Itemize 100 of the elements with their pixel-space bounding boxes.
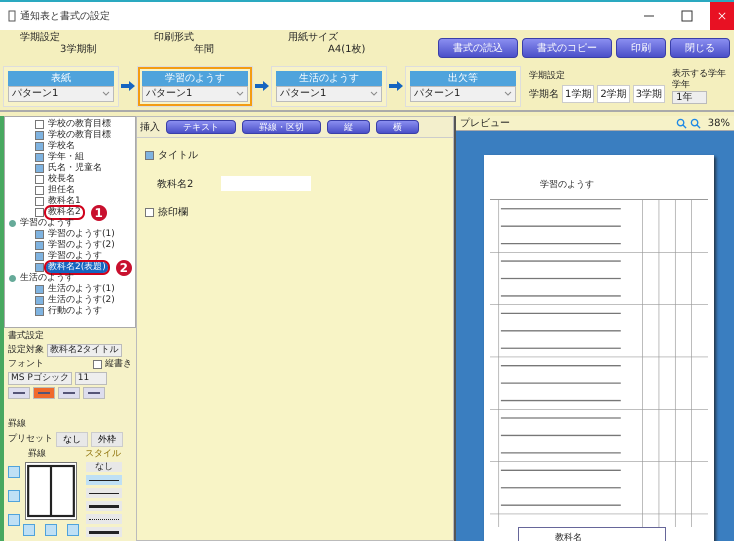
border-side-button[interactable] — [8, 490, 20, 502]
align-button[interactable] — [8, 387, 30, 399]
checkbox[interactable] — [35, 307, 44, 316]
toolbar-button[interactable]: 書式の読込 — [438, 38, 518, 58]
checkbox[interactable] — [35, 296, 44, 305]
line-style-option[interactable] — [86, 514, 122, 524]
tree-item[interactable]: 生活のようす(1) — [46, 284, 117, 295]
checkbox[interactable] — [35, 131, 44, 140]
checkbox[interactable] — [35, 208, 44, 217]
page-footer-text: 教科名 — [555, 532, 582, 541]
toolbar-button[interactable]: 印刷 — [616, 38, 666, 58]
arrow-icon — [389, 81, 403, 91]
toolbar-button[interactable]: 書式のコピー — [522, 38, 612, 58]
line-style-option[interactable] — [86, 475, 122, 485]
step-title: 生活のようす — [276, 70, 382, 86]
term-name-field[interactable]: 3学期 — [632, 85, 666, 103]
chevron-down-icon — [504, 91, 512, 96]
target-dropdown[interactable]: 教科名2タイトル — [47, 344, 122, 357]
tree-item[interactable]: 担任名 — [46, 185, 77, 196]
tree-item[interactable]: 教科名1 — [46, 196, 83, 207]
input-field[interactable] — [221, 176, 311, 191]
checkbox[interactable] — [35, 153, 44, 162]
tree-item[interactable]: 学習のようす — [46, 251, 104, 262]
grade-dropdown[interactable]: 1年 — [672, 90, 708, 104]
toolbar-button[interactable]: 閉じる — [670, 38, 730, 58]
border-side-button[interactable] — [67, 524, 79, 536]
tree-item[interactable]: 校長名 — [46, 174, 77, 185]
tree-item[interactable]: 学校の教育目標 — [46, 119, 113, 130]
checkbox[interactable] — [35, 142, 44, 151]
pattern-dropdown[interactable]: パターン1 — [8, 86, 114, 102]
style-label: スタイル — [85, 449, 121, 460]
checkbox[interactable] — [35, 197, 44, 206]
tree-item[interactable]: 学習のようす(2) — [46, 240, 117, 251]
insert-button[interactable]: 罫線・区切 — [242, 120, 321, 134]
border-side-button[interactable] — [45, 524, 57, 536]
term-name-field[interactable]: 2学期 — [597, 85, 630, 103]
checkbox[interactable] — [35, 175, 44, 184]
checkbox[interactable] — [35, 285, 44, 294]
tree-item[interactable]: 学年・組 — [46, 152, 86, 163]
preset-button[interactable]: なし — [56, 432, 88, 447]
pattern-dropdown[interactable]: パターン1 — [410, 86, 516, 102]
checkbox[interactable] — [145, 150, 154, 160]
close-icon[interactable] — [710, 2, 734, 30]
checkbox[interactable] — [35, 186, 44, 195]
checkbox[interactable] — [145, 208, 154, 216]
tree-group[interactable]: 生活のようす — [18, 273, 76, 284]
align-button[interactable] — [33, 387, 55, 399]
tree-item[interactable]: 氏名・児童名 — [46, 163, 104, 174]
tree-item[interactable]: 行動のようす — [46, 306, 104, 317]
pattern-dropdown[interactable]: パターン1 — [142, 86, 248, 102]
tree-item[interactable]: 生活のようす(2) — [46, 295, 117, 306]
line-style-option[interactable] — [86, 527, 122, 537]
step-panel[interactable]: 出欠等 パターン1 — [406, 66, 520, 106]
option-label: タイトル — [158, 149, 198, 162]
border-label: 罫線 — [28, 449, 46, 460]
step-panel[interactable]: 生活のようす パターン1 — [272, 66, 386, 106]
insert-button[interactable]: 縦 — [327, 120, 370, 134]
size-dropdown[interactable]: 11 — [74, 372, 107, 385]
checkbox[interactable] — [35, 252, 44, 261]
checkbox[interactable] — [35, 164, 44, 173]
checkbox[interactable] — [93, 360, 102, 369]
term-name-field[interactable]: 1学期 — [562, 85, 594, 103]
step-panel[interactable]: 学習のようす パターン1 — [138, 66, 252, 106]
expand-toggle[interactable] — [9, 275, 16, 282]
section-title: 罫線 — [8, 419, 27, 430]
tree-item[interactable]: 学校名 — [46, 141, 77, 152]
expand-toggle[interactable] — [9, 220, 16, 227]
insert-button[interactable]: 横 — [376, 120, 419, 134]
zoom-level: 38% — [708, 118, 730, 128]
zoom-in-icon[interactable] — [676, 118, 687, 128]
checkbox[interactable] — [35, 230, 44, 239]
align-button[interactable] — [58, 387, 80, 399]
tree-group[interactable]: 学習のようす — [18, 218, 76, 229]
checkbox[interactable] — [35, 241, 44, 250]
border-preview-drawing — [25, 462, 77, 520]
checkbox[interactable] — [35, 263, 44, 272]
preset-button[interactable]: 外枠 — [91, 432, 123, 447]
line-style-option[interactable] — [86, 488, 122, 498]
line-style-option[interactable] — [86, 501, 122, 511]
border-side-button[interactable] — [8, 466, 20, 478]
setting-label: 印刷形式 — [154, 32, 194, 44]
chevron-down-icon — [236, 91, 244, 96]
pattern-dropdown[interactable]: パターン1 — [276, 86, 382, 102]
checkbox[interactable] — [35, 120, 44, 129]
tree-item[interactable]: 学校の教育目標 — [46, 130, 113, 141]
border-side-button[interactable] — [23, 524, 35, 536]
align-button[interactable] — [83, 387, 105, 399]
preset-label: プリセット — [8, 434, 53, 445]
tree-item[interactable]: 学習のようす(1) — [46, 229, 117, 240]
zoom-out-icon[interactable] — [690, 118, 701, 128]
style-option[interactable]: なし — [86, 462, 122, 472]
step-panel[interactable]: 表紙 パターン1 — [4, 66, 118, 106]
border-side-button[interactable] — [8, 514, 20, 526]
step-title: 出欠等 — [410, 70, 516, 86]
tree-item[interactable]: 教科名2 — [46, 207, 83, 218]
insert-button[interactable]: テキスト — [166, 120, 236, 134]
tree-item[interactable]: 教科名2(表題) — [46, 262, 108, 273]
setting-label: 用紙サイズ — [288, 32, 339, 44]
step-title: 学習のようす — [142, 70, 248, 86]
font-dropdown[interactable]: MS Pゴシック — [8, 372, 72, 385]
